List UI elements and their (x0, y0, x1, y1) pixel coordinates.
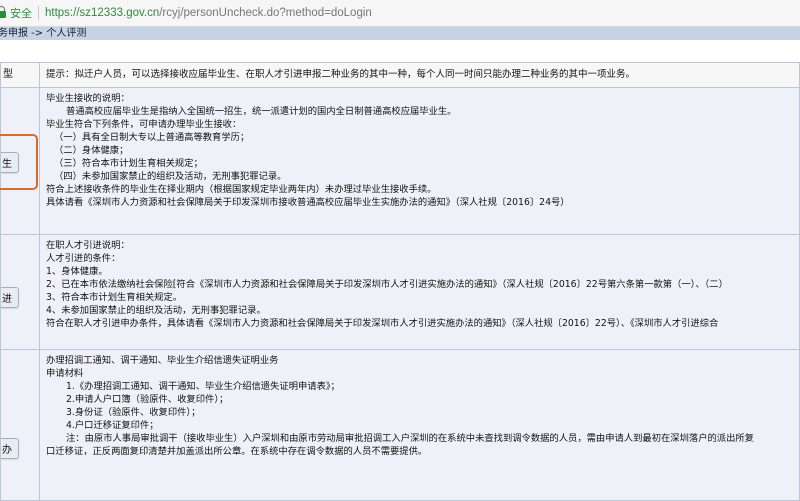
talent-introduction-button[interactable]: 进 (1, 287, 19, 308)
highlight-annotation (0, 134, 38, 190)
table-row: 进 在职人才引进说明： 人才引进的条件： 1、身体健康。 2、已在本市依法缴纳社… (0, 234, 800, 350)
handle-button[interactable]: 办 (1, 438, 19, 459)
address-divider (38, 6, 39, 20)
graduate-description: 毕业生接收的说明： 普通高校应届毕业生是指纳入全国统一招生，统一派遣计划的国内全… (46, 93, 570, 208)
breadcrumb: 务申报 -> 个人评测 (0, 27, 800, 40)
lost-certificate-description: 办理招调工通知、调干通知、毕业生介绍信遗失证明业务 申请材料 1.《办理招调工通… (46, 355, 754, 457)
lock-icon (0, 5, 6, 18)
url-text[interactable]: https://sz12333.gov.cn/rcyj/personUnchec… (45, 7, 372, 19)
table-row: 生 毕业生接收的说明： 普通高校应届毕业生是指纳入全国统一招生，统一派遣计划的国… (0, 87, 800, 235)
table-header-row: 型 提示：拟迁户人员，可以选择接收应届毕业生、在职人才引进申报二种业务的其中一种… (0, 62, 800, 88)
address-bar[interactable]: 安全 https://sz12333.gov.cn/rcyj/personUnc… (0, 0, 800, 27)
tip-text: 提示：拟迁户人员，可以选择接收应届毕业生、在职人才引进申报二种业务的其中一种，每… (46, 69, 636, 80)
type-header: 型 (3, 69, 13, 80)
business-table: 型 提示：拟迁户人员，可以选择接收应届毕业生、在职人才引进申报二种业务的其中一种… (0, 62, 800, 501)
secure-label: 安全 (10, 7, 32, 20)
talent-description: 在职人才引进说明： 人才引进的条件： 1、身体健康。 2、已在本市依法缴纳社会保… (46, 240, 728, 329)
table-row: 办 办理招调工通知、调干通知、毕业生介绍信遗失证明业务 申请材料 1.《办理招调… (0, 349, 800, 501)
